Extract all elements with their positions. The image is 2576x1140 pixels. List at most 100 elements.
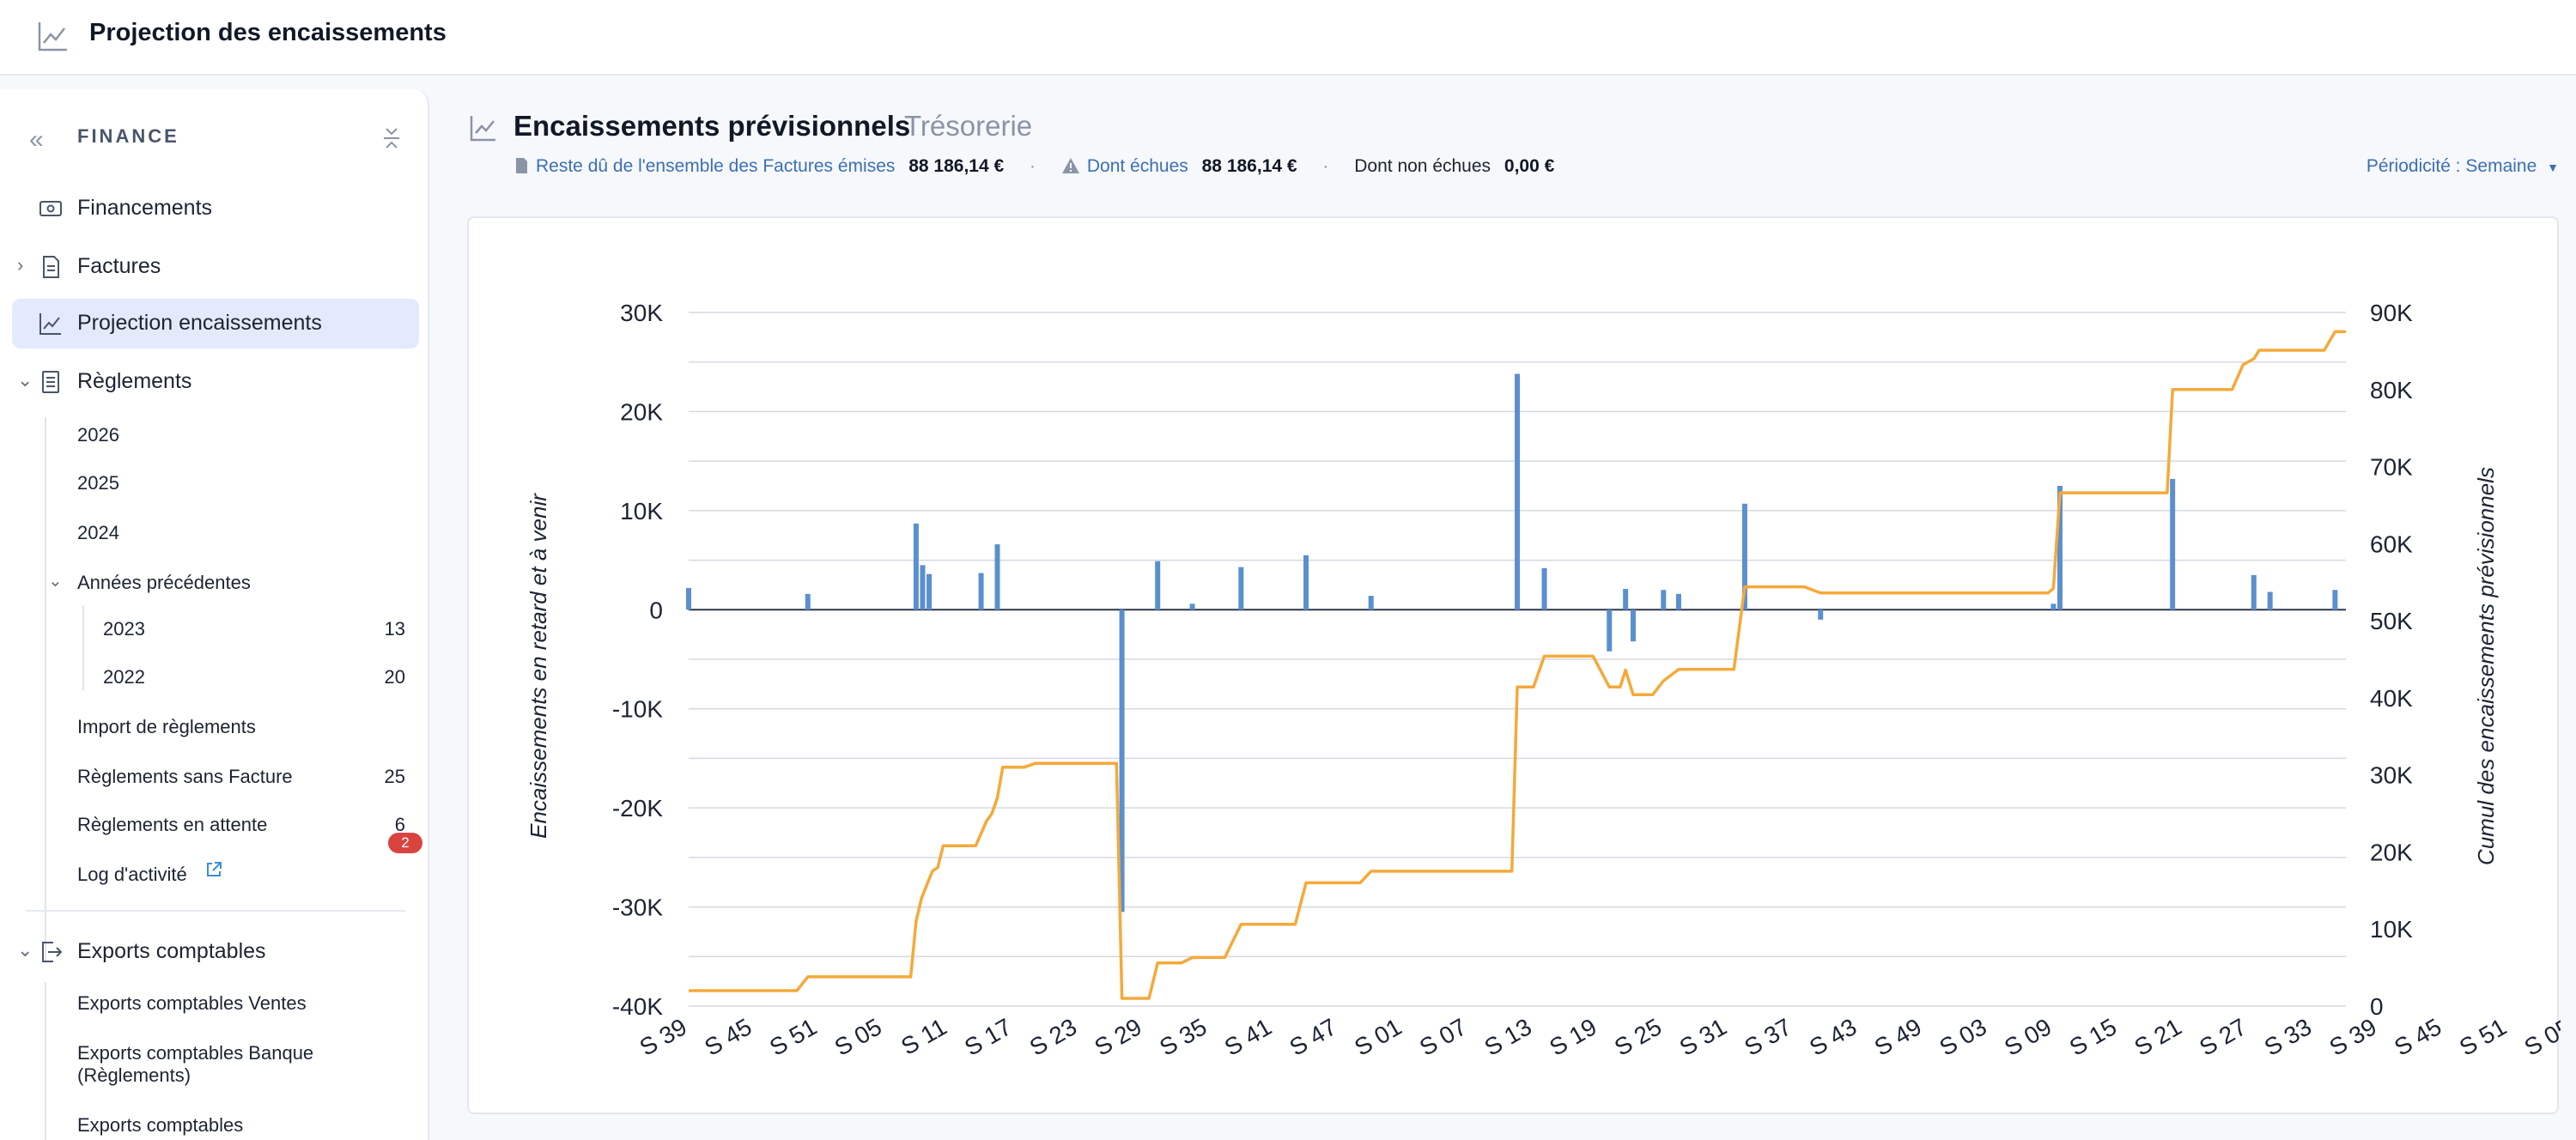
bar <box>1607 609 1613 652</box>
periodicity-dropdown[interactable]: Périodicité : Semaine ▼ <box>2366 156 2559 177</box>
stat-reste-du-value: 88 186,14 € <box>908 156 1005 176</box>
x-tick-label: S 03 <box>1935 1013 1990 1061</box>
subitem-label: Exports comptables Ventes <box>77 992 307 1014</box>
x-tick-label: S 47 <box>1285 1013 1340 1061</box>
x-tick-label: S 31 <box>1675 1013 1731 1061</box>
chevron-down-icon[interactable]: ⌄ <box>17 939 33 961</box>
subitem-count: 25 <box>384 766 405 787</box>
x-tick-label: S 17 <box>960 1013 1016 1061</box>
chevron-down-icon[interactable]: ⌄ <box>48 570 63 591</box>
x-tick-label: S 27 <box>2195 1013 2251 1061</box>
x-tick-label: S 25 <box>1610 1013 1666 1061</box>
y2-tick-label: 10K <box>2370 916 2413 943</box>
cash-projection-chart: 30K 20K 10K 0 -10K -20K -30K -40K 90K 80K 70K 60K 5… <box>526 300 2561 1061</box>
sidebar-item-label: Règlements <box>77 369 192 393</box>
x-tick-label: S 05 <box>2520 1013 2561 1061</box>
bar <box>927 573 933 610</box>
invoice-icon <box>43 256 59 278</box>
sidebar-subitem-exports-comptables[interactable]: Exports comptables <box>77 1106 421 1140</box>
line-chart-icon <box>470 116 495 142</box>
subitem-label: Log d'activité <box>77 864 187 885</box>
sidebar-subitem-reglements-sans-facture[interactable]: Règlements sans Facture 25 <box>77 757 405 798</box>
subitem-label: 2026 <box>77 424 119 446</box>
subitem-label: 2022 <box>103 666 145 688</box>
x-tick-label: S 35 <box>1155 1013 1211 1061</box>
y2-tick-label: 70K <box>2370 454 2413 481</box>
chart-x-axis: S 39 S 45 S 51 S 05 S 11 S 17 S 23 S 29 S 35 S 41… <box>635 1013 2561 1061</box>
sidebar-subitem-2023[interactable]: 2023 13 <box>103 609 405 651</box>
y2-tick-label: 50K <box>2370 608 2413 634</box>
subitem-count: 20 <box>384 666 405 688</box>
x-tick-label: S 49 <box>1870 1013 1926 1061</box>
sidebar-subitem-exports-ventes[interactable]: Exports comptables Ventes <box>77 984 421 1025</box>
subitem-label: Règlements en attente <box>77 814 268 835</box>
sidebar-subitem-annees-precedentes[interactable]: ⌄ Années précédentes <box>48 563 421 604</box>
collapse-all-icon[interactable] <box>381 124 402 153</box>
subitem-label: Import de règlements <box>77 716 256 737</box>
bar <box>1155 561 1161 610</box>
subitem-label: Années précédentes <box>77 572 251 593</box>
bar <box>994 544 1000 610</box>
bar <box>2332 590 2338 610</box>
subitem-count: 6 <box>394 814 405 835</box>
banknote-icon <box>39 201 62 216</box>
subitem-label: Règlements sans Facture <box>77 766 293 787</box>
stat-non-echues-value: 0,00 € <box>1504 156 1555 176</box>
bar <box>686 587 691 610</box>
chevron-down-icon[interactable]: ⌄ <box>17 369 33 391</box>
y2-tick-label: 20K <box>2370 839 2413 865</box>
top-bar: Projection des encaissements <box>0 0 2576 76</box>
bar <box>1623 589 1629 610</box>
x-tick-label: S 21 <box>2129 1013 2185 1061</box>
y-tick-label: -30K <box>612 894 663 921</box>
sidebar-subitem-2026[interactable]: 2026 <box>77 415 421 457</box>
sidebar-item-exports-comptables[interactable]: ⌄ Exports comptables <box>12 927 419 977</box>
x-tick-label: S 01 <box>1350 1013 1406 1061</box>
sidebar-subitem-reglements-en-attente[interactable]: Règlements en attente 6 <box>77 805 405 846</box>
x-tick-label: S 23 <box>1025 1013 1081 1061</box>
stat-echues-link[interactable]: Dont échues <box>1087 156 1188 176</box>
y2-tick-label: 0 <box>2370 993 2384 1020</box>
bar <box>1541 567 1547 610</box>
sidebar-subitem-2024[interactable]: 2024 6 <box>77 513 483 555</box>
subitem-label: Exports comptables <box>77 1114 244 1136</box>
sidebar-item-label: Financements <box>77 196 213 220</box>
chart-left-axis-title: Encaissements en retard et à venir <box>526 493 551 839</box>
chart-right-axis-title: Cumul des encaissements prévisionnels <box>2473 467 2499 865</box>
x-tick-label: S 45 <box>700 1013 756 1061</box>
stat-non-echues-label: Dont non échues <box>1354 156 1492 176</box>
subitem-label: 2023 <box>103 618 145 640</box>
sidebar-item-projection-encaissements[interactable]: Projection encaissements <box>12 299 419 349</box>
x-tick-label: S 09 <box>2000 1013 2056 1061</box>
sidebar-subitem-exports-banque[interactable]: Exports comptables Banque (Règlements) <box>77 1034 421 1086</box>
sidebar-subitem-2022[interactable]: 2022 20 <box>103 658 405 699</box>
sidebar-item-factures[interactable]: › Factures <box>12 242 419 292</box>
export-icon <box>42 942 63 962</box>
external-link-icon[interactable] <box>204 860 223 879</box>
bar <box>1238 567 1244 610</box>
summary-stats: Reste dû de l'ensemble des Factures émis… <box>513 156 1554 182</box>
y-tick-label: 10K <box>620 498 663 525</box>
chevron-right-icon[interactable]: › <box>17 254 23 276</box>
subitem-label: 2025 <box>77 472 119 494</box>
x-tick-label: S 11 <box>896 1013 951 1060</box>
sidebar-subitem-log-activite[interactable]: Log d'activité <box>77 855 421 896</box>
x-tick-label: S 15 <box>2065 1013 2121 1061</box>
x-tick-label: S 07 <box>1415 1013 1471 1061</box>
sidebar-item-label: Projection encaissements <box>77 311 322 335</box>
collapse-sidebar-icon[interactable]: « <box>29 125 44 155</box>
sidebar-item-reglements[interactable]: ⌄ Règlements <box>12 357 419 407</box>
bar <box>920 565 926 610</box>
warning-icon <box>1061 158 1079 173</box>
x-tick-label: S 33 <box>2260 1013 2316 1061</box>
bar <box>2267 591 2273 610</box>
section-title: Encaissements prévisionnels <box>513 110 911 142</box>
x-tick-label: S 41 <box>1220 1013 1276 1061</box>
sidebar-item-financements[interactable]: Financements <box>12 184 419 233</box>
tree-line <box>82 606 84 690</box>
sidebar-item-label: Exports comptables <box>77 939 266 963</box>
y-tick-label: -40K <box>612 993 663 1020</box>
sidebar-subitem-2025[interactable]: 2025 7 <box>77 464 483 505</box>
sidebar-subitem-import-reglements[interactable]: Import de règlements <box>77 707 421 749</box>
stat-reste-du-link[interactable]: Reste dû de l'ensemble des Factures émis… <box>536 156 895 176</box>
